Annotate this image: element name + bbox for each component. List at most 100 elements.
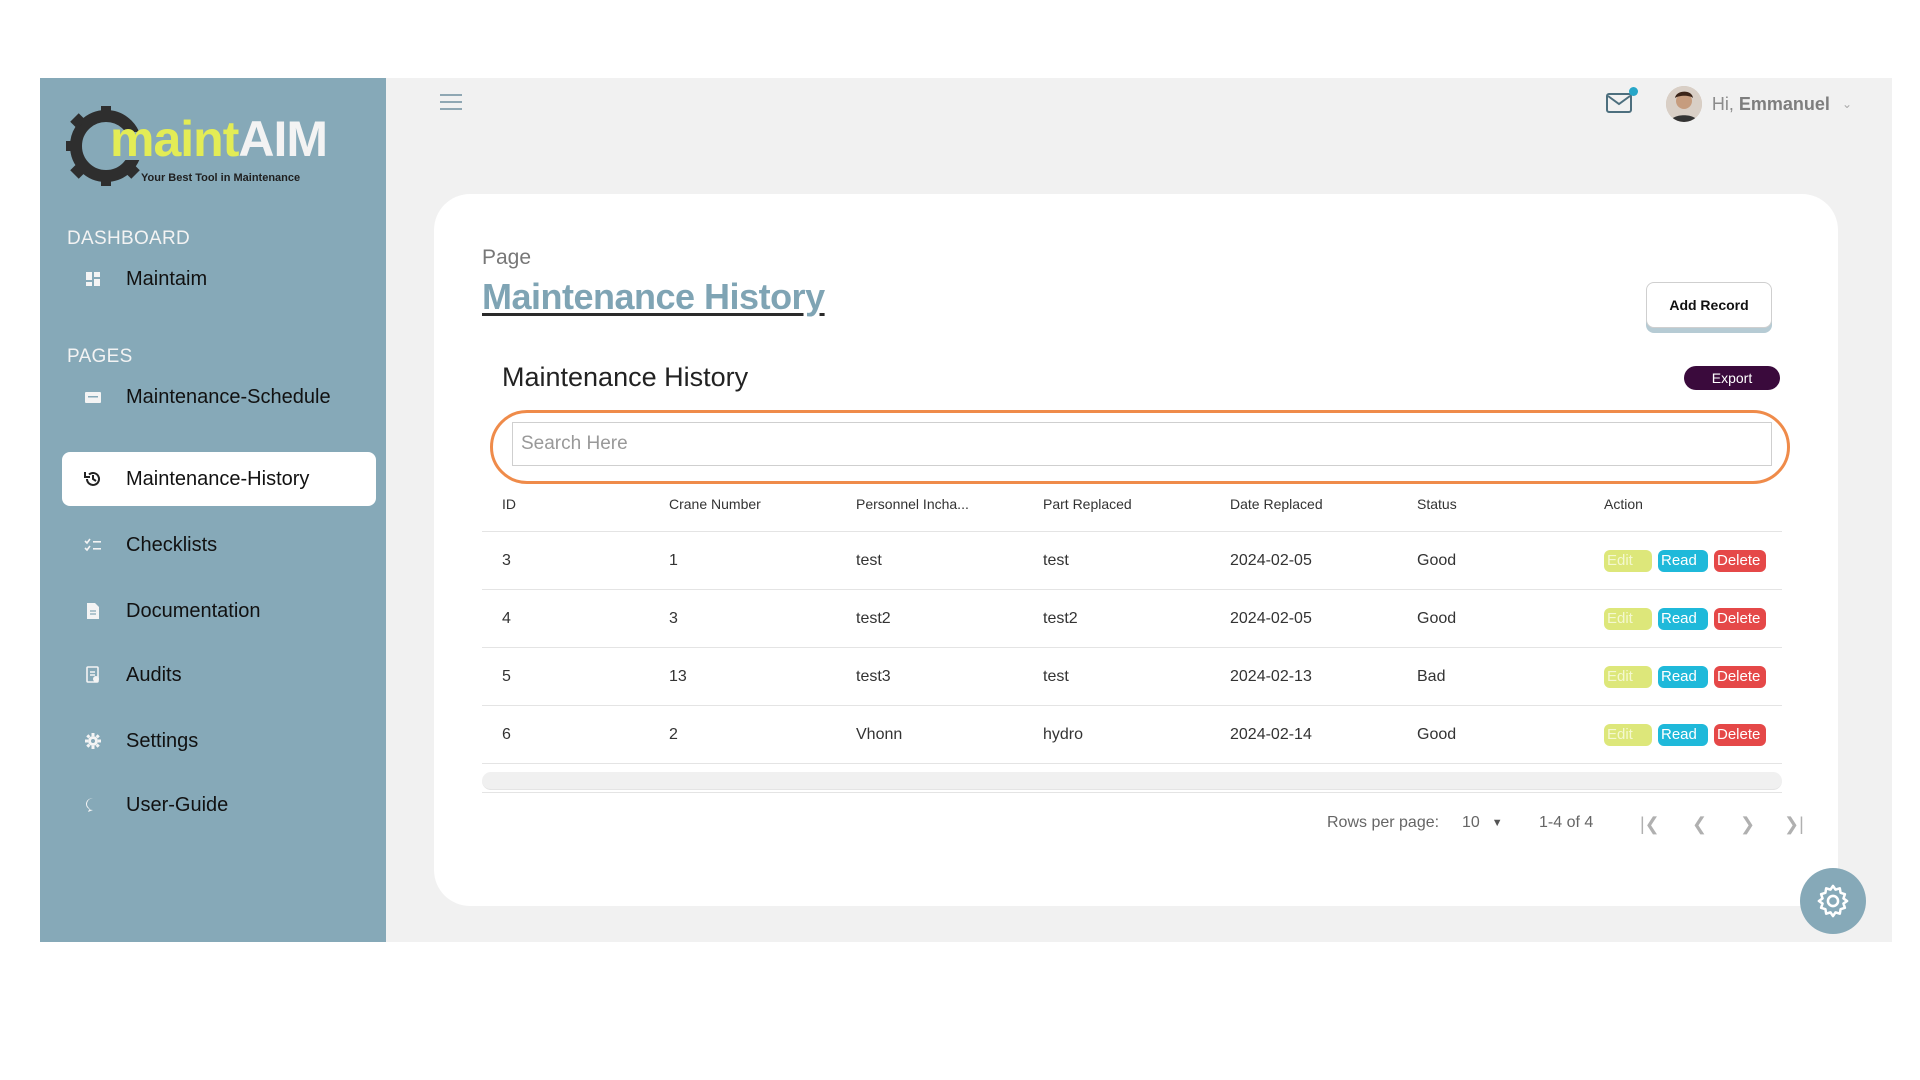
sidebar-item-audits[interactable]: Audits [62, 648, 376, 702]
cell-id: 4 [502, 609, 511, 627]
horizontal-scrollbar[interactable] [482, 772, 1782, 790]
chat-icon [84, 796, 102, 814]
sidebar-item-user-guide[interactable]: User-Guide [62, 778, 376, 832]
delete-button[interactable]: Delete [1714, 665, 1766, 688]
sidebar-item-maintenance-history[interactable]: Maintenance-History [62, 452, 376, 506]
pagination-range: 1-4 of 4 [1539, 814, 1594, 831]
edit-button[interactable]: Edit [1604, 607, 1652, 630]
cell-personnel: test [856, 551, 882, 569]
edit-button[interactable]: Edit [1604, 549, 1652, 572]
read-button[interactable]: Read [1658, 665, 1708, 688]
column-header-part-replaced[interactable]: Part Replaced [1043, 496, 1230, 512]
add-record-button[interactable]: Add Record [1646, 282, 1772, 328]
sidebar-item-label: Documentation [126, 599, 261, 622]
content-card: Page Maintenance History Add Record Main… [434, 194, 1838, 906]
cell-id: 6 [502, 725, 511, 743]
chevron-down-icon[interactable]: ⌄ [1842, 97, 1852, 111]
cell-id: 5 [502, 667, 511, 685]
user-greeting[interactable]: Hi, Emmanuel [1712, 94, 1830, 115]
caret-down-icon: ▼ [1491, 817, 1503, 829]
first-page-icon[interactable]: |❮ [1640, 814, 1660, 835]
row-actions: Edit Read Delete [1604, 607, 1782, 630]
delete-button[interactable]: Delete [1714, 549, 1766, 572]
mail-icon[interactable] [1605, 87, 1638, 115]
row-actions: Edit Read Delete [1604, 665, 1782, 688]
column-header-status[interactable]: Status [1417, 496, 1604, 512]
export-button[interactable]: Export [1684, 366, 1780, 390]
delete-button[interactable]: Delete [1714, 607, 1766, 630]
delete-button[interactable]: Delete [1714, 723, 1766, 746]
last-page-icon[interactable]: ❯| [1784, 814, 1804, 835]
section-label-pages: PAGES [67, 346, 133, 367]
read-button[interactable]: Read [1658, 723, 1708, 746]
cell-date-replaced: 2024-02-14 [1230, 725, 1312, 743]
notification-dot [1628, 87, 1638, 96]
cell-personnel: test3 [856, 667, 891, 685]
cell-part-replaced: hydro [1043, 725, 1084, 743]
dashboard-icon [84, 270, 102, 288]
sidebar-item-label: Maintaim [126, 267, 208, 290]
cell-crane-number: 1 [669, 551, 678, 569]
column-header-crane-number[interactable]: Crane Number [669, 496, 856, 512]
page-crumb: Page [482, 246, 532, 269]
search-input[interactable] [512, 422, 1772, 466]
cell-status: Good [1417, 609, 1457, 627]
next-page-icon[interactable]: ❯ [1740, 814, 1755, 835]
page-title: Maintenance History [482, 276, 825, 317]
cell-status: Good [1417, 725, 1457, 743]
gear-icon [84, 732, 102, 750]
row-actions: Edit Read Delete [1604, 723, 1782, 746]
prev-page-icon[interactable]: ❮ [1692, 814, 1707, 835]
pager-divider [482, 792, 1782, 793]
column-header-date-replaced[interactable]: Date Replaced [1230, 496, 1417, 512]
sidebar: maintAIM Your Best Tool in Maintenance D… [40, 78, 386, 942]
cell-status: Bad [1417, 667, 1446, 685]
cell-part-replaced: test [1043, 667, 1069, 685]
avatar[interactable] [1665, 86, 1702, 122]
table-row: 5 13 test3 test 2024-02-13 Bad Edit Read… [482, 648, 1782, 706]
read-button[interactable]: Read [1658, 607, 1708, 630]
rows-per-page-label: Rows per page: [1327, 814, 1440, 831]
section-label-dashboard: DASHBOARD [67, 228, 191, 249]
cell-crane-number: 13 [669, 667, 687, 685]
sidebar-item-maintaim[interactable]: Maintaim [62, 252, 376, 306]
table-row: 4 3 test2 test2 2024-02-05 Good Edit Rea… [482, 590, 1782, 648]
cell-part-replaced: test2 [1043, 609, 1078, 627]
sidebar-item-checklists[interactable]: Checklists [62, 518, 376, 572]
sidebar-item-label: Maintenance-Schedule [126, 385, 331, 408]
table-row: 6 2 Vhonn hydro 2024-02-14 Good Edit Rea… [482, 706, 1782, 764]
app-window: maintAIM Your Best Tool in Maintenance D… [40, 78, 1892, 942]
cell-crane-number: 3 [669, 609, 678, 627]
brand-logo[interactable]: maintAIM Your Best Tool in Maintenance [66, 100, 328, 190]
logo-tagline: Your Best Tool in Maintenance [141, 172, 301, 184]
table-title: Maintenance History [502, 362, 749, 392]
rows-per-page-value: 10 [1462, 814, 1480, 831]
checklist-icon [84, 536, 102, 554]
edit-button[interactable]: Edit [1604, 723, 1652, 746]
sidebar-item-label: Audits [126, 663, 182, 686]
history-icon [84, 470, 102, 488]
logo-wordmark: maintAIM [110, 111, 328, 167]
cell-date-replaced: 2024-02-13 [1230, 667, 1312, 685]
edit-button[interactable]: Edit [1604, 665, 1652, 688]
sidebar-item-documentation[interactable]: Documentation [62, 584, 376, 638]
sidebar-item-label: Checklists [126, 533, 218, 556]
column-header-personnel[interactable]: Personnel Incha... [856, 496, 1043, 512]
settings-fab[interactable] [1800, 868, 1866, 934]
sidebar-item-maintenance-schedule[interactable]: Maintenance-Schedule [62, 370, 376, 424]
cell-part-replaced: test [1043, 551, 1069, 569]
rows-per-page-select[interactable]: 10 ▼ [1462, 814, 1503, 832]
read-button[interactable]: Read [1658, 549, 1708, 572]
cell-id: 3 [502, 551, 511, 569]
menu-toggle-icon[interactable] [440, 94, 462, 112]
cell-crane-number: 2 [669, 725, 678, 743]
user-bar: Hi, Emmanuel ⌄ [1605, 82, 1852, 126]
sidebar-item-settings[interactable]: Settings [62, 714, 376, 768]
gear-icon [1817, 884, 1849, 918]
cell-date-replaced: 2024-02-05 [1230, 609, 1312, 627]
table-header: ID Crane Number Personnel Incha... Part … [482, 476, 1782, 532]
document-icon [84, 602, 102, 620]
column-header-id[interactable]: ID [482, 496, 669, 512]
cell-personnel: test2 [856, 609, 891, 627]
cell-date-replaced: 2024-02-05 [1230, 551, 1312, 569]
